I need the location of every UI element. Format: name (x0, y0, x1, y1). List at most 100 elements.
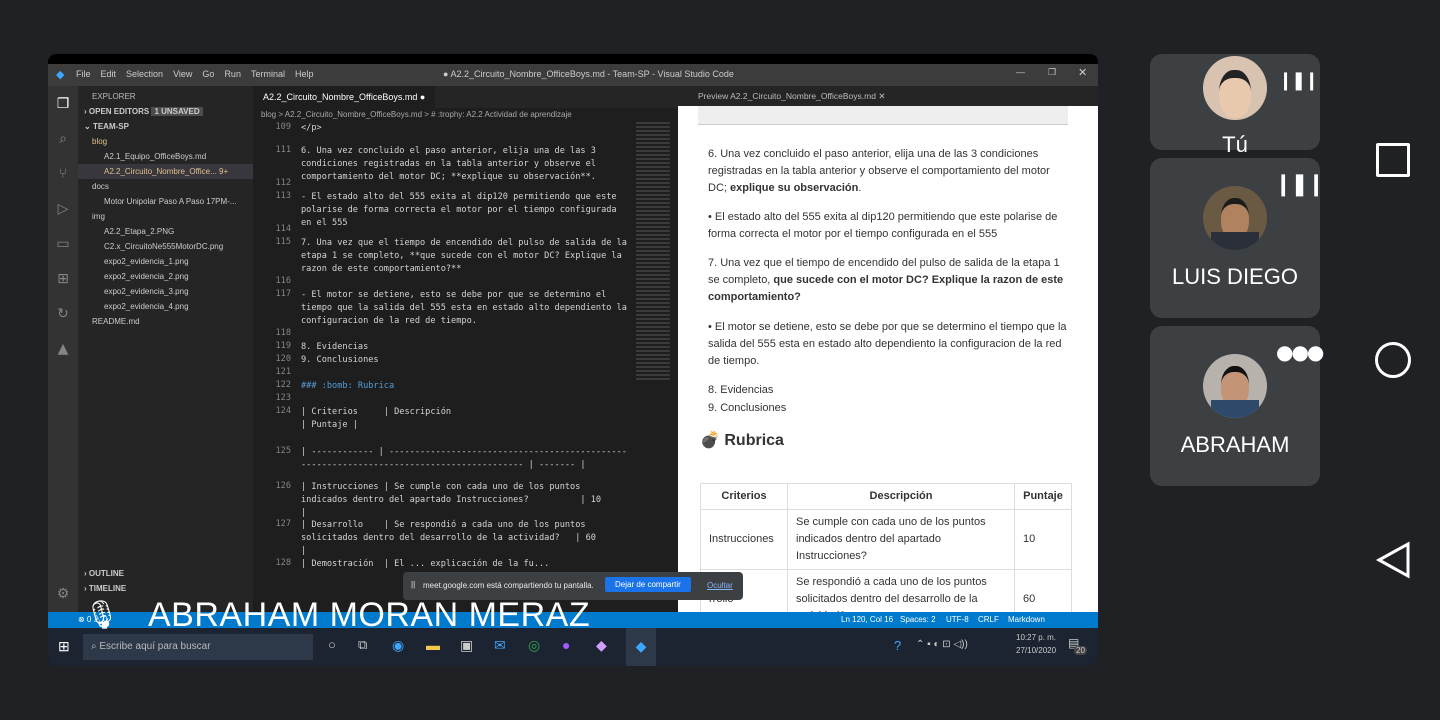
line-number: 111 (275, 145, 291, 155)
code-line[interactable]: | Instrucciones | Se cumple con cada uno… (301, 481, 631, 520)
file-tree-item[interactable]: img (78, 209, 253, 224)
participant-name: ABRAHAM (1180, 432, 1290, 457)
code-line[interactable]: | ------------ | -----------------------… (301, 446, 631, 472)
code-line[interactable]: 8. Evidencias (301, 341, 631, 354)
code-line[interactable]: - El estado alto del 555 exita al dip120… (301, 191, 631, 230)
tray-icons[interactable]: ⌃ ▪ ◐ ⊡ ◁)) (916, 639, 968, 650)
run-debug-icon[interactable]: ▷ (48, 191, 78, 226)
preview-content[interactable]: 6. Una vez concluido el paso anterior, e… (678, 106, 1098, 630)
extensions-icon[interactable]: ⊞ (48, 261, 78, 296)
chrome-icon[interactable]: ◎ (528, 637, 540, 654)
open-editors-label: OPEN EDITORS (88, 107, 150, 116)
file-tree-item[interactable]: docs (78, 179, 253, 194)
breadcrumb[interactable]: blog > A2.2_Circuito_Nombre_OfficeBoys.m… (253, 108, 678, 122)
file-tree-item[interactable]: README.md (78, 314, 253, 329)
preview-tab[interactable]: Preview A2.2_Circuito_Nombre_OfficeBoys.… (678, 86, 1098, 106)
timeline-section[interactable]: › TIMELINE (78, 581, 126, 596)
participant-tile-luis-diego[interactable]: ❙❚❙ LUIS DIEGO (1150, 158, 1325, 318)
menu-help[interactable]: Help (295, 69, 314, 79)
menu-file[interactable]: File (76, 69, 91, 79)
avatar (1203, 354, 1267, 418)
messenger-icon[interactable]: ● (562, 637, 570, 653)
editor-tab-active[interactable]: A2.2_Circuito_Nombre_OfficeBoys.md ● (253, 86, 436, 108)
file-tree-item-label: expo2_evidencia_1.png (104, 257, 189, 266)
file-tree-item[interactable]: C2.x_CircuitoNe555MotorDC.png (78, 239, 253, 254)
file-tree-item[interactable]: A2.1_Equipo_OfficeBoys.md (78, 149, 253, 164)
edge-icon[interactable]: ◉ (392, 637, 404, 654)
file-tree-item[interactable]: expo2_evidencia_1.png (78, 254, 253, 269)
code-line[interactable]: | Desarrollo | Se respondió a cada uno d… (301, 519, 631, 558)
file-tree-item[interactable]: expo2_evidencia_2.png (78, 269, 253, 284)
recents-button[interactable] (1372, 139, 1414, 181)
line-number: 117 (275, 289, 291, 299)
menu-view[interactable]: View (173, 69, 192, 79)
files-icon[interactable]: ❐ (48, 86, 78, 121)
file-tree-item[interactable]: Motor Unipolar Paso A Paso 17PM-... (78, 194, 253, 209)
code-line[interactable]: 7. Una vez que el tiempo de encendido de… (301, 237, 631, 276)
hide-button[interactable]: Ocultar (707, 581, 733, 590)
back-button[interactable] (1372, 539, 1414, 581)
home-button[interactable] (1372, 339, 1414, 381)
menu-selection[interactable]: Selection (126, 69, 163, 79)
minimap[interactable] (636, 122, 670, 382)
search-icon[interactable]: ⌕ (48, 121, 78, 156)
file-tree-item[interactable]: A2.2_Circuito_Nombre_Office... 9+ (78, 164, 253, 179)
unsaved-badge: 1 UNSAVED (151, 107, 203, 116)
task-view-icon[interactable]: ⧉ (358, 637, 367, 653)
close-button[interactable]: ✕ (1078, 66, 1087, 79)
remote-explorer-icon[interactable]: ▭ (48, 226, 78, 261)
line-number: 115 (275, 237, 291, 247)
cortana-icon[interactable]: ○ (328, 637, 336, 652)
more-options-icon[interactable]: ●●● (1276, 340, 1324, 364)
file-tree-item[interactable]: A2.2_Etapa_2.PNG (78, 224, 253, 239)
code-line[interactable]: | Criterios | Descripción | Puntaje | (301, 406, 631, 432)
file-tree-item[interactable]: blog (78, 134, 253, 149)
cursor-position[interactable]: Ln 120, Col 16 (841, 612, 893, 628)
presenter-name: ABRAHAM MORAN MERAZ (148, 596, 591, 634)
line-number: 126 (275, 481, 291, 491)
vscode-taskbar-icon[interactable]: ◆ (626, 628, 656, 666)
menu-terminal[interactable]: Terminal (251, 69, 285, 79)
file-tree-item[interactable]: expo2_evidencia_4.png (78, 299, 253, 314)
file-tree-item[interactable]: expo2_evidencia_3.png (78, 284, 253, 299)
menu-go[interactable]: Go (202, 69, 214, 79)
taskbar-search-placeholder: Escribe aquí para buscar (99, 641, 211, 652)
github-icon[interactable]: ◆ (596, 637, 607, 654)
azure-icon[interactable]: ▲ (48, 331, 78, 366)
encoding[interactable]: UTF-8 (946, 612, 969, 628)
clock-date[interactable]: 27/10/2020 (1016, 646, 1056, 655)
file-explorer-icon[interactable]: ▬ (426, 637, 440, 653)
code-lines[interactable]: 109 </p> 111 6. Una vez concluido el paso a… (253, 122, 678, 612)
rubrica-heading: 💣 Rubrica (700, 432, 784, 449)
live-share-icon[interactable]: ↻ (48, 296, 78, 331)
windows-start-icon[interactable]: ⊞ (58, 638, 70, 655)
code-line[interactable]: 6. Una vez concluido el paso anterior, e… (301, 145, 631, 184)
line-ending[interactable]: CRLF (978, 612, 999, 628)
participant-tile-self[interactable]: ❙❚❙ Tú (1150, 54, 1320, 157)
participant-tile-abraham[interactable]: ●●● ABRAHAM (1150, 326, 1324, 486)
clock-time[interactable]: 10:27 p. m. (1016, 633, 1056, 642)
minimize-button[interactable]: — (1016, 67, 1025, 77)
taskbar-search[interactable]: ⌕ Escribe aquí para buscar (83, 634, 313, 660)
store-icon[interactable]: ▣ (460, 637, 473, 654)
code-line[interactable]: 9. Conclusiones (301, 354, 631, 367)
code-line[interactable]: | Demostración | El ... explicación de l… (301, 558, 631, 571)
menu-edit[interactable]: Edit (101, 69, 117, 79)
stop-sharing-button[interactable]: Dejar de compartir (605, 577, 691, 592)
file-tree-item-label: README.md (92, 317, 140, 326)
code-line[interactable]: ### :bomb: Rubrica (301, 380, 631, 393)
team-folder[interactable]: ⌄ TEAM-SP (78, 119, 253, 134)
code-line[interactable]: </p> (301, 122, 631, 135)
mail-icon[interactable]: ✉ (494, 637, 506, 654)
code-line[interactable]: - El motor se detiene, esto se debe por … (301, 289, 631, 328)
help-icon[interactable]: ? (894, 638, 901, 653)
language-mode[interactable]: Markdown (1008, 612, 1045, 628)
outline-section[interactable]: › OUTLINE (78, 566, 124, 581)
indent-setting[interactable]: Spaces: 2 (900, 612, 936, 628)
source-control-icon[interactable]: ⑂ (48, 156, 78, 191)
menu-run[interactable]: Run (224, 69, 241, 79)
open-editors-section[interactable]: › OPEN EDITORS 1 UNSAVED (78, 104, 253, 119)
settings-gear-icon[interactable]: ⚙ (48, 576, 78, 611)
line-number: 119 (275, 341, 291, 351)
maximize-button[interactable]: ❐ (1048, 67, 1056, 78)
